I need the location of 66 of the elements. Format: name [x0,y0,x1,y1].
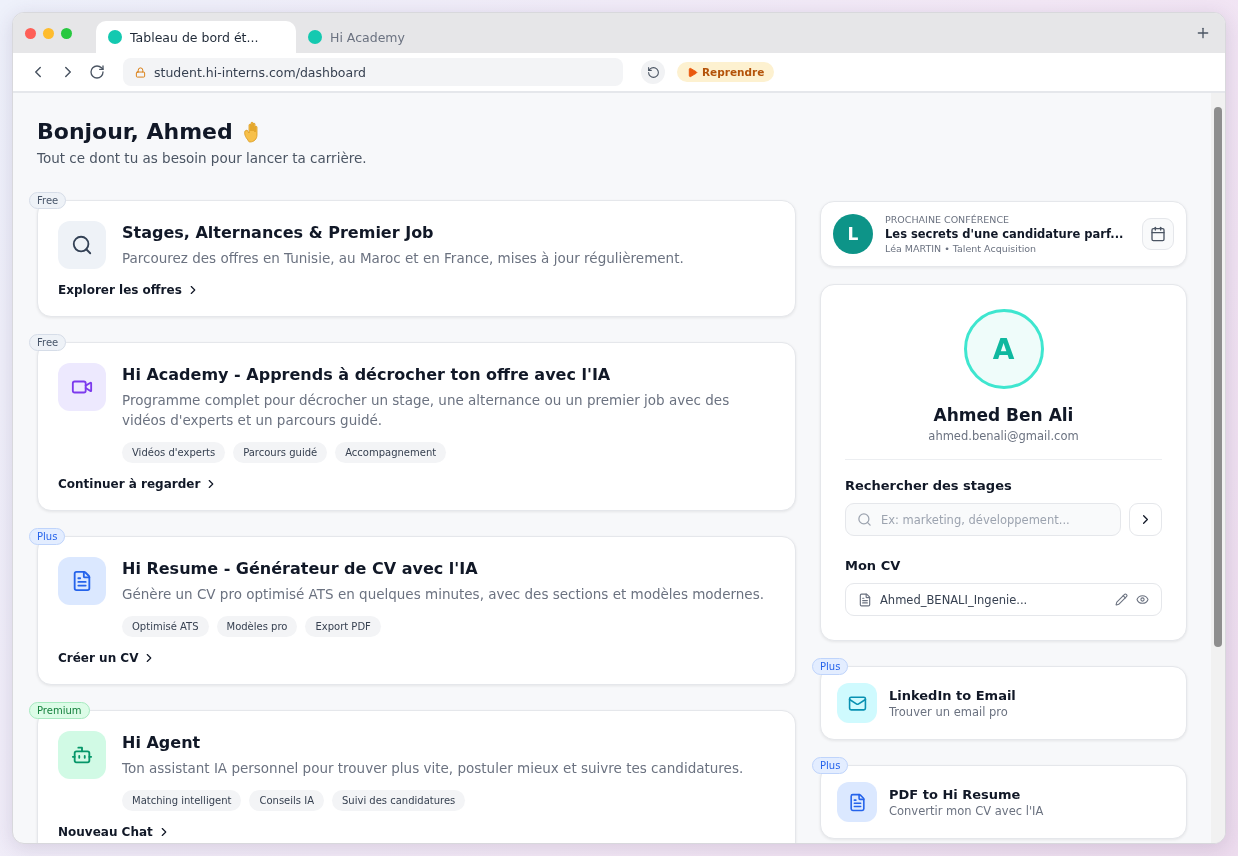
speaker-avatar: L [833,214,873,254]
tool-title: PDF to Hi Resume [889,786,1022,802]
feature-tag: Parcours guidé [233,442,328,463]
reload-icon[interactable] [89,64,105,80]
plan-badge: Plus [29,528,66,545]
feature-tag: Export PDF [305,616,381,637]
tool-subtitle: Convertir mon CV avec l'IA [889,803,1044,818]
plan-badge: Free [29,192,67,209]
robot-icon [71,744,93,766]
lock-icon [135,66,146,78]
document-icon [847,792,867,812]
new-tab-icon[interactable] [1195,25,1211,41]
service-link[interactable]: Créer un CV [58,651,157,665]
history-icon[interactable] [646,65,660,79]
cv-file-row[interactable]: Ahmed_BENALI_Ingenie... [845,583,1162,616]
conference-label: PROCHAINE CONFÉRENCE [885,214,1011,225]
plan-badge: Plus [812,658,849,675]
profile-email: ahmed.benali@gmail.com [928,429,1079,443]
greeting-subtitle: Tout ce dont tu as besoin pour lancer ta carrière. [37,150,368,166]
search-icon [71,234,93,256]
feature-tag: Modèles pro [216,616,298,637]
greeting-title: Bonjour, Ahmed [37,119,233,144]
mail-icon [847,693,867,713]
service-link[interactable]: Explorer les offres [58,283,200,297]
service-title: Hi Academy - Apprends à décrocher ton offre avec l'IA [122,365,612,384]
plan-badge: Free [29,334,67,351]
resume-button[interactable]: Reprendre [677,62,775,82]
play-icon [687,66,698,78]
conference-title: Les secrets d'une candidature parf... [885,227,1125,241]
feature-tag: Matching intelligent [122,790,242,811]
feature-tag: Vidéos d'experts [122,442,226,463]
browser-tab[interactable]: Hi Academy [296,21,496,53]
search-icon [857,512,872,527]
conference-speaker: Léa MARTIN • Talent Acquisition [885,243,1038,254]
scrollbar[interactable] [1211,93,1225,843]
close-window-control[interactable] [25,27,36,39]
feature-tag: Optimisé ATS [122,616,209,637]
service-title: Stages, Alternances & Premier Job [122,223,435,242]
service-title: Hi Agent [122,733,202,752]
profile-avatar: A [963,309,1044,389]
search-field[interactable]: Ex: marketing, développement... [845,503,1121,536]
browser-tab[interactable]: Tableau de bord ét... [96,21,296,53]
feature-tag: Suivi des candidatures [332,790,466,811]
service-description: Ton assistant IA personnel pour trouver plus vite, postuler mieux et suivre tes candidatures. [122,759,744,778]
service-link[interactable]: Nouveau Chat [58,825,171,839]
document-icon [71,570,93,592]
edit-icon[interactable] [1115,593,1128,606]
service-description: Programme complet pour décrocher un stage, une alternance ou un premier job avec des vidéos d'experts et un parcours guidé. [122,391,731,430]
section-title: Rechercher des stages [845,478,1013,493]
calendar-icon [1150,226,1166,242]
service-description: Parcourez des offres en Tunisie, au Maroc et en France, mises à jour régulièrement. [122,249,684,268]
plan-badge: Plus [812,757,849,774]
address-bar[interactable]: student.hi-interns.com/dashboard [123,58,623,86]
section-title: Mon CV [845,558,902,573]
document-icon [858,592,872,607]
profile-name: Ahmed Ben Ali [933,405,1074,425]
tool-subtitle: Trouver un email pro [889,704,1009,719]
feature-tag: Accompagnement [335,442,447,463]
service-description: Génère un CV pro optimisé ATS en quelques minutes, avec des sections et modèles modernes. [122,585,764,604]
service-link[interactable]: Continuer à regarder [58,477,219,491]
plan-badge: Premium [29,702,90,719]
calendar-button[interactable] [1142,218,1174,250]
view-icon[interactable] [1136,593,1149,606]
feature-tag: Conseils IA [249,790,324,811]
tool-title: LinkedIn to Email [889,687,1016,703]
service-title: Hi Resume - Générateur de CV avec l'IA [122,559,479,578]
